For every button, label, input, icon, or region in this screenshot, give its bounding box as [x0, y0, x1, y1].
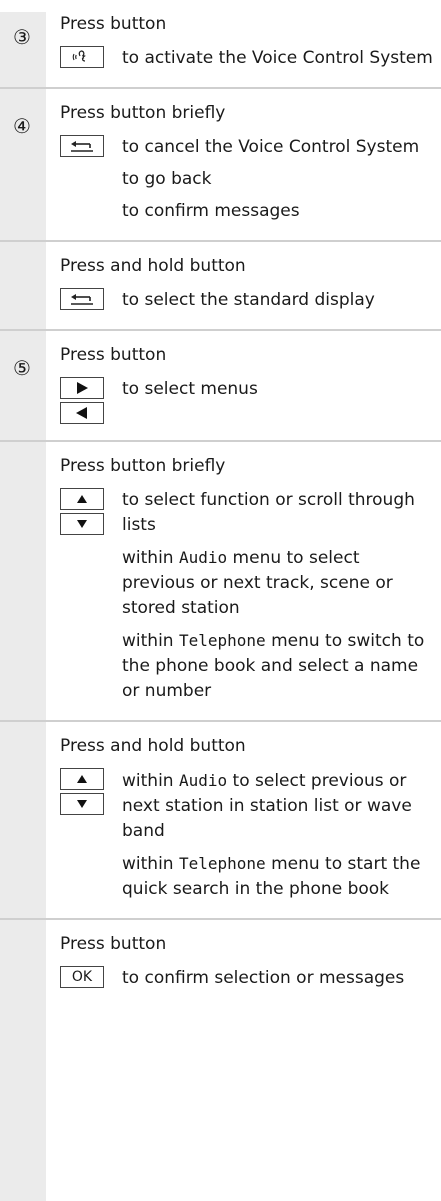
row-heading: Press button briefly [60, 456, 226, 476]
menu-name: Audio [178, 771, 228, 790]
right-arrow-icon [75, 381, 89, 395]
button-keys: OK [60, 966, 109, 991]
row-heading: Press and hold button [60, 256, 246, 276]
description-line: to confirm selection or messages [122, 968, 405, 988]
step-number: ④ [10, 114, 34, 138]
row-heading: Press button [60, 934, 167, 954]
table-row: ④ Press button briefly to cancel the Voice… [0, 101, 441, 242]
row-heading: Press button [60, 14, 167, 34]
button-entry: to activate the Voice Control System [60, 46, 435, 71]
description-line: to select the standard display [122, 290, 375, 310]
back-button[interactable] [60, 135, 104, 157]
menu-name: Telephone [178, 631, 266, 650]
back-icon [69, 293, 95, 305]
voice-button[interactable] [60, 46, 104, 68]
table-rows: ③ Press button to activate the Voice Contr… [0, 12, 441, 1007]
down-arrow-icon [76, 799, 88, 809]
description-line: to go back [122, 169, 212, 189]
button-description: to activate the Voice Control System [109, 46, 435, 71]
button-keys [60, 377, 109, 424]
table-row: Press button briefly to select function o… [0, 454, 441, 722]
button-entry: within Audio to select previous or next … [60, 768, 435, 902]
step-number-label: ③ [13, 24, 31, 49]
line-text: within [122, 631, 179, 651]
down-arrow-button[interactable] [60, 793, 104, 815]
row-spacer [60, 321, 435, 329]
description-line: to cancel the Voice Control System [122, 137, 420, 157]
button-entry: OK to confirm selection or messages [60, 966, 435, 991]
back-button[interactable] [60, 288, 104, 310]
menu-name: Telephone [178, 854, 266, 873]
button-keys [60, 46, 109, 71]
description-line: to select function or scroll through lis… [122, 490, 415, 535]
button-keys [60, 288, 109, 313]
menu-name: Audio [178, 548, 228, 567]
button-keys [60, 488, 109, 704]
button-description: within Audio to select previous or next … [109, 768, 435, 902]
up-arrow-button[interactable] [60, 488, 104, 510]
step-number: ⑤ [10, 356, 34, 380]
button-keys [60, 135, 109, 224]
button-entry: to select the standard display [60, 288, 435, 313]
button-entry: to select function or scroll through lis… [60, 488, 435, 704]
button-description: to select function or scroll through lis… [109, 488, 435, 704]
button-description: to confirm selection or messages [109, 966, 435, 991]
description-line: to activate the Voice Control System [122, 48, 433, 68]
line-text: within [122, 548, 179, 568]
back-icon [69, 140, 95, 152]
button-description: to cancel the Voice Control System to go … [109, 135, 435, 224]
row-heading: Press button briefly [60, 103, 226, 123]
right-arrow-button[interactable] [60, 377, 104, 399]
table-row: Press and hold button to select the stand… [0, 254, 441, 331]
description-line: to confirm messages [122, 201, 300, 221]
button-entry: to cancel the Voice Control System to go … [60, 135, 435, 224]
description-line: to select menus [122, 379, 258, 399]
down-arrow-button[interactable] [60, 513, 104, 535]
button-description: to select the standard display [109, 288, 435, 313]
row-spacer [60, 432, 435, 440]
table-row: ⑤ Press button to select menus [0, 343, 441, 442]
step-number-label: ⑤ [13, 355, 31, 380]
row-spacer [60, 910, 435, 918]
ok-label: OK [71, 969, 93, 985]
description-line: within Telephone menu to start the quick… [122, 851, 435, 902]
down-arrow-icon [76, 519, 88, 529]
row-heading: Press and hold button [60, 736, 246, 756]
row-spacer [60, 999, 435, 1007]
button-description: to select menus [109, 377, 435, 424]
voice-icon [72, 50, 92, 64]
description-line: within Telephone menu to switch to the p… [122, 628, 435, 704]
up-arrow-icon [76, 774, 88, 784]
description-line: within Audio menu to select previous or … [122, 545, 435, 621]
up-arrow-icon [76, 494, 88, 504]
table-row: Press and hold button within Audio to sel… [0, 734, 441, 920]
step-number-label: ④ [13, 113, 31, 138]
row-spacer [60, 79, 435, 87]
button-entry: to select menus [60, 377, 435, 424]
step-number: ③ [10, 25, 34, 49]
line-text: within [122, 854, 179, 874]
ok-button[interactable]: OK [60, 966, 104, 988]
table-row: ③ Press button to activate the Voice Contr… [0, 12, 441, 89]
left-arrow-button[interactable] [60, 402, 104, 424]
table-row: Press button OK to confirm selection or me… [0, 932, 441, 1007]
button-keys [60, 768, 109, 902]
description-line: within Audio to select previous or next … [122, 768, 435, 844]
line-text: within [122, 771, 179, 791]
up-arrow-button[interactable] [60, 768, 104, 790]
row-heading: Press button [60, 345, 167, 365]
row-spacer [60, 232, 435, 240]
left-arrow-icon [75, 406, 89, 420]
row-spacer [60, 712, 435, 720]
button-function-table: ③ Press button to activate the Voice Contr… [0, 12, 441, 1201]
